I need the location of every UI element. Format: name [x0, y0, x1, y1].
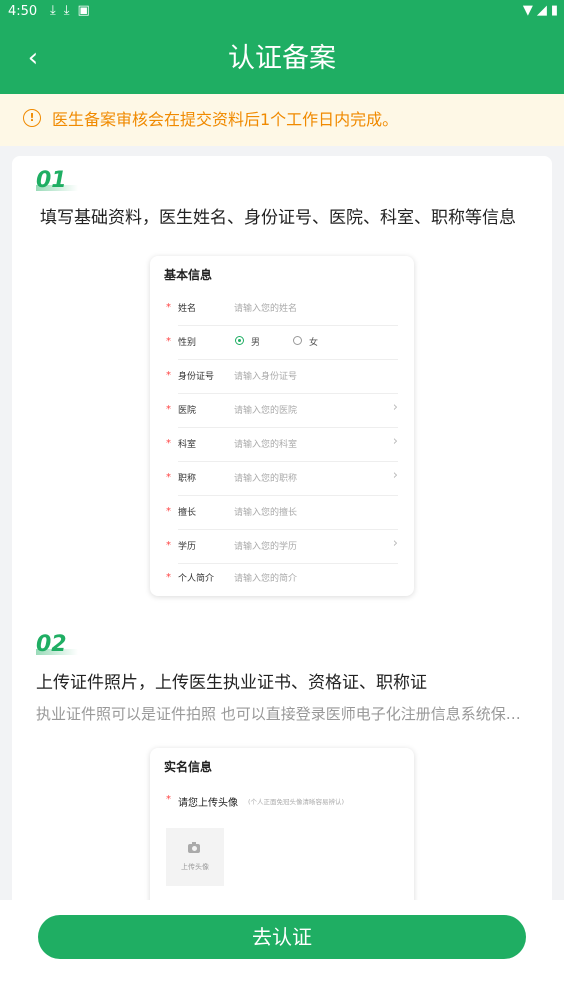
- field-placeholder: 请输入您的科室: [234, 440, 298, 450]
- required-mark: *: [166, 794, 171, 805]
- required-mark: *: [166, 472, 171, 483]
- notice-banner: ! 医生备案审核会在提交资料后1个工作日内完成。: [0, 94, 564, 146]
- field-placeholder: 请输入您的擅长: [234, 508, 298, 518]
- upload-button-label: 上传头像: [181, 863, 209, 871]
- form-row-hospital: * 医院 请输入您的医院 ›: [150, 394, 414, 428]
- chevron-right-icon: ›: [392, 400, 398, 415]
- radio-selected-icon: [235, 336, 244, 345]
- field-placeholder: 请输入您的姓名: [234, 304, 298, 314]
- chevron-right-icon: ›: [392, 468, 398, 483]
- form-title: 实名信息: [164, 760, 213, 774]
- upload-label: 请您上传头像: [178, 798, 238, 809]
- form-row-id-number: * 身份证号 请输入身份证号: [150, 360, 414, 394]
- required-mark: *: [166, 370, 171, 381]
- radio-unselected-icon: [293, 336, 302, 345]
- required-mark: *: [166, 404, 171, 415]
- field-placeholder: 请输入身份证号: [234, 372, 298, 382]
- camera-icon: [188, 844, 200, 853]
- chevron-right-icon: ›: [392, 536, 398, 551]
- step-number: 01: [36, 168, 78, 193]
- step-title: 上传证件照片，上传医生执业证书、资格证、职称证: [36, 673, 427, 693]
- field-label: 医院: [178, 406, 197, 416]
- basic-info-form-illustration: 基本信息 * 姓名 请输入您的姓名 * 性别 男 女 * 身份证号 请输入身份证…: [150, 256, 414, 596]
- nav-bar: ‹ 认证备案: [0, 24, 564, 94]
- field-label: 职称: [178, 474, 197, 484]
- guide-card: 01 填写基础资料，医生姓名、身份证号、医院、科室、职称等信息 基本信息 * 姓…: [12, 156, 552, 916]
- notification-icon: ▣: [77, 3, 90, 18]
- status-bar: 4:50 ⤓ ⤓ ▣ ▼ ◢ ▮: [0, 0, 564, 24]
- download-icon: ⤓: [63, 3, 70, 18]
- required-mark: *: [166, 572, 171, 583]
- form-row-department: * 科室 请输入您的科室 ›: [150, 428, 414, 462]
- required-mark: *: [166, 540, 171, 551]
- status-time: 4:50: [8, 4, 38, 19]
- step-number: 02: [36, 632, 78, 657]
- field-placeholder: 请输入您的职称: [234, 474, 298, 484]
- field-label: 学历: [178, 542, 197, 552]
- step-subtitle: 执业证件照可以是证件拍照 也可以直接登录医师电子化注册信息系统保…: [36, 705, 521, 723]
- download-icon: ⤓: [50, 3, 56, 18]
- notice-text: 医生备案审核会在提交资料后1个工作日内完成。: [52, 110, 399, 129]
- required-mark: *: [166, 336, 171, 347]
- field-label: 擅长: [178, 508, 197, 518]
- field-placeholder: 请输入您的医院: [234, 406, 298, 416]
- radio-label: 女: [309, 338, 319, 348]
- form-title: 基本信息: [164, 268, 213, 282]
- upload-hint: (个人正面免冠头像清晰容易辨认): [248, 798, 345, 806]
- form-row-name: * 姓名 请输入您的姓名: [150, 292, 414, 326]
- bottom-bar: 去认证: [0, 900, 564, 1004]
- signal-icon: ◢: [536, 3, 547, 18]
- page-title: 认证备案: [228, 43, 336, 74]
- field-label: 身份证号: [178, 372, 215, 382]
- field-placeholder: 请输入您的学历: [234, 542, 298, 552]
- chevron-right-icon: ›: [392, 434, 398, 449]
- form-row-education: * 学历 请输入您的学历 ›: [150, 530, 414, 564]
- field-label: 姓名: [178, 304, 197, 314]
- form-row-bio: * 个人简介 请输入您的简介: [150, 562, 414, 596]
- real-name-form-illustration: 实名信息 * 请您上传头像 (个人正面免冠头像清晰容易辨认) 上传头像: [150, 748, 414, 916]
- required-mark: *: [166, 438, 171, 449]
- form-row-title: * 职称 请输入您的职称 ›: [150, 462, 414, 496]
- field-label: 性别: [178, 338, 197, 348]
- field-label: 科室: [178, 440, 197, 450]
- upload-avatar-box: 上传头像: [166, 828, 224, 886]
- field-placeholder: 请输入您的简介: [234, 574, 298, 584]
- go-verify-button[interactable]: 去认证: [38, 915, 526, 959]
- field-label: 个人简介: [178, 574, 215, 584]
- info-icon: !: [23, 109, 41, 127]
- radio-label: 男: [251, 338, 261, 348]
- form-row-specialty: * 擅长 请输入您的擅长: [150, 496, 414, 530]
- step-title: 填写基础资料，医生姓名、身份证号、医院、科室、职称等信息: [40, 208, 516, 228]
- wifi-icon: ▼: [522, 3, 533, 18]
- required-mark: *: [166, 302, 171, 313]
- battery-icon: ▮: [550, 3, 558, 18]
- required-mark: *: [166, 506, 171, 517]
- form-row-gender: * 性别 男 女: [150, 326, 414, 360]
